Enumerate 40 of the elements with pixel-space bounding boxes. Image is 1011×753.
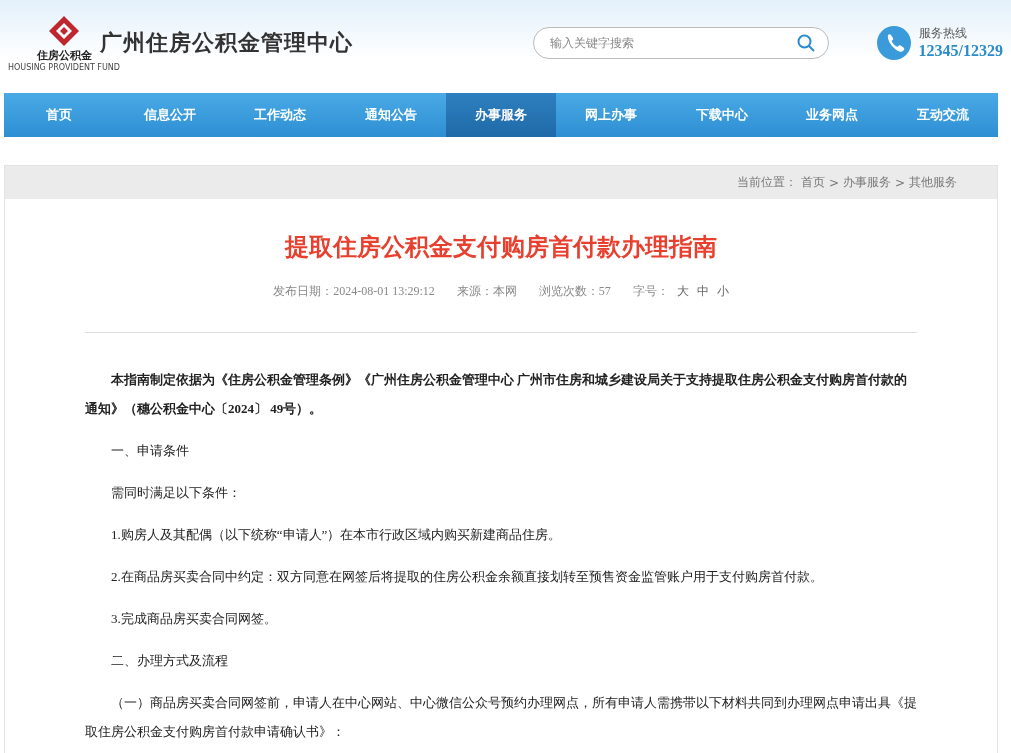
nav-tab[interactable]: 下载中心 [666,93,778,137]
nav-tab[interactable]: 业务网点 [777,93,888,137]
search-field[interactable]: 输入关键字搜索 [532,26,829,59]
font-size-link[interactable]: 小 [716,283,729,300]
phone-icon [876,25,911,60]
nav-tab[interactable]: 通知公告 [335,93,446,137]
nav-tab[interactable]: 首页 [4,93,115,137]
nav-tab[interactable]: 办事服务 [445,93,557,137]
article-paragraph: 1.购房人及其配偶（以下统称“申请人”）在本市行政区域内购买新建商品住房。 [110,526,563,544]
hotline-label: 服务热线 [918,25,968,42]
article-title: 提取住房公积金支付购房首付款办理指南 [283,232,718,263]
article-paragraph: 2.在商品房买卖合同中约定：双方同意在网签后将提取的住房公积金余额直接划转至预售资金监管账户用于支付购房首付款。 [110,568,824,586]
article-paragraph: （一）商品房买卖合同网签前，申请人在中心网站、中心微信公众号预约办理网点，所有申请人需携带以下材料共同到办理网点申请出具《提取住房公积金支付购房首付款申请确认书》： [85,694,917,741]
article-meta: 来源：本网 [456,283,517,300]
breadcrumb-separator: > [894,175,905,190]
article-paragraph: 二、办理方式及流程 [110,652,229,670]
logo-emblem-icon [47,13,81,48]
nav-tab[interactable]: 信息公开 [114,93,225,137]
article-paragraph: 本指南制定依据为《住房公积金管理条例》《广州住房公积金管理中心 广州市住房和城乡建设局关于支持提取住房公积金支付购房首付款的通知》（穗公积金中心〔2024〕 49号）。 [85,371,909,418]
breadcrumb-link[interactable]: 其他服务 [909,174,957,191]
article-meta: 浏览次数：57 [538,283,611,300]
article-meta: 发布日期：2024-08-01 13:29:12 [273,283,435,300]
breadcrumb-link[interactable]: 办事服务 [842,174,891,191]
logo-text: 住房公积金 [36,47,92,63]
breadcrumb-link[interactable]: 首页 [800,174,825,191]
font-size-link[interactable]: 中 [696,283,709,300]
breadcrumb-separator: > [828,175,839,190]
nav-tab[interactable]: 工作动态 [224,93,336,137]
article-paragraph: 需同时满足以下条件： [110,484,242,502]
article-paragraph: 一、申请条件 [110,442,190,460]
article-paragraph: 3.完成商品房买卖合同网签。 [110,610,278,628]
font-size-link[interactable]: 大 [676,283,689,300]
logo-subtext: HOUSING PROVIDENT FUND [8,62,120,72]
nav-tab[interactable]: 网上办事 [556,93,667,137]
hotline-number: 12345/12329 [918,42,1003,60]
nav-tab[interactable]: 互动交流 [887,93,998,137]
search-icon[interactable] [796,33,815,52]
breadcrumb-label: 当前位置： [736,174,797,191]
font-size-label: 字号： [632,283,669,300]
site-title: 广州住房公积金管理中心 [100,28,353,57]
